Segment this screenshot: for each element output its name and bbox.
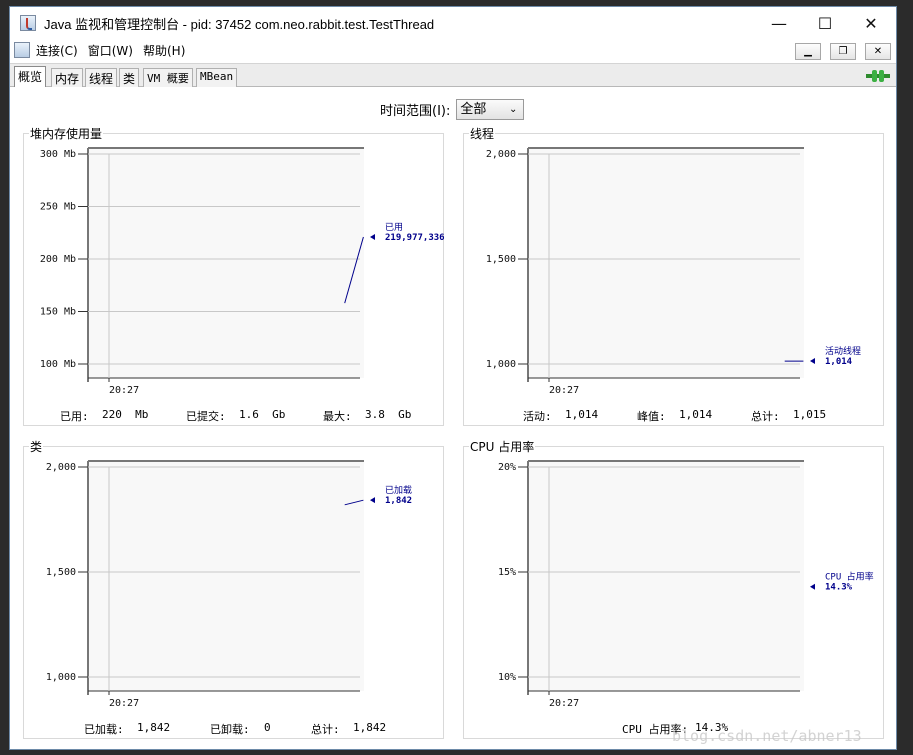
live-label: 活动: [523, 410, 552, 423]
frame-minimize-button[interactable]: ▁ [795, 43, 821, 60]
heap-memory-panel: 堆内存使用量 20:27 100 Mb 150 Mb 200 Mb 250 Mb 300 … [23, 127, 445, 426]
peak-label: 峰值: [637, 410, 666, 423]
time-range-label: 时间范围(I): [380, 104, 451, 119]
peak-value: 1,014 [679, 408, 713, 421]
x-tick-label: 20:27 [109, 698, 139, 709]
series-name-label: CPU 占用率 [825, 571, 874, 583]
y-tick-label: 1,500 [46, 567, 76, 578]
time-range-value: 全部 [460, 102, 487, 117]
total-value: 1,015 [793, 408, 827, 421]
unloaded-label: 已卸载: [210, 723, 250, 736]
y-tick-label: 10% [498, 672, 516, 683]
cpu-usage-chart: 20:27 10% 15% 20% CPU 占用率14.3% [498, 460, 874, 709]
y-tick-label: 1,000 [486, 359, 516, 370]
loaded-value: 1,842 [137, 721, 171, 734]
tab-classes[interactable]: 类 [119, 68, 140, 87]
used-value: 220 Mb [102, 408, 149, 421]
plot-area [88, 148, 364, 378]
tab-mbeans[interactable]: MBean [196, 68, 238, 87]
committed-label: 已提交: [186, 410, 226, 423]
internal-frame-icon[interactable] [14, 42, 30, 58]
minimize-button[interactable]: — [756, 7, 802, 39]
classes-panel: 类 20:27 1,000 1,500 2,000 已加载 1,842 已加载: 1,84… [23, 440, 444, 739]
frame-restore-button[interactable]: ❐ [830, 43, 856, 60]
frame-close-button[interactable]: ✕ [865, 43, 891, 60]
x-tick-label: 20:27 [549, 385, 579, 396]
x-tick-label: 20:27 [549, 698, 579, 709]
time-range-select[interactable]: 全部 ⌄ [456, 99, 525, 120]
loaded-label: 已加载: [84, 723, 124, 736]
close-icon: ✕ [873, 46, 883, 57]
menu-window[interactable]: 窗口(W) [88, 42, 133, 59]
y-tick-label: 1,500 [486, 254, 516, 265]
window-title: Java 监视和管理控制台 - pid: 37452 com.neo.rabbi… [44, 16, 435, 32]
tab-memory[interactable]: 内存 [51, 68, 84, 87]
maximize-button[interactable]: ☐ [802, 7, 848, 39]
menu-bar: 连接(C) 窗口(W) 帮助(H) [10, 39, 896, 61]
watermark-text: blog.csdn.net/abner13 [672, 727, 862, 745]
tab-vm-summary[interactable]: VM 概要 [143, 68, 193, 87]
total-label: 总计: [311, 723, 340, 736]
y-tick-label: 200 Mb [40, 254, 76, 265]
series-value-label: 14.3% [825, 583, 853, 593]
heap-stats: 已用: 220 Mb 已提交: 1.6 Gb 最大: 3.8 Gb [24, 405, 443, 425]
series-marker [370, 233, 375, 240]
series-name-label: 已加载 [385, 484, 412, 496]
cpu-usage-panel: CPU 占用率 20:27 10% 15% 20% CPU 占用率 14.3% CPU 占… [463, 440, 884, 739]
threads-panel: 线程 20:27 1,000 1,500 2,000 活动线程 1,014 活动: 1,0… [463, 127, 884, 426]
classes-chart: 20:27 1,000 1,500 2,000 已加载1,842 [46, 460, 412, 709]
series-name-label: 活动线程 [825, 345, 861, 357]
y-tick-label: 2,000 [486, 149, 516, 160]
jconsole-window: Java 监视和管理控制台 - pid: 37452 com.neo.rabbi… [9, 6, 897, 750]
menu-connection[interactable]: 连接(C) [36, 42, 78, 59]
y-tick-label: 1,000 [46, 672, 76, 683]
classes-stats: 已加载: 1,842 已卸载: 0 总计: 1,842 [24, 718, 443, 738]
series-value-label: 1,842 [385, 496, 412, 506]
restore-icon: ❐ [838, 46, 848, 57]
y-tick-label: 150 Mb [40, 307, 76, 318]
total-label: 总计: [751, 410, 780, 423]
plot-area [528, 461, 804, 691]
tab-threads[interactable]: 线程 [85, 68, 118, 87]
threads-stats: 活动: 1,014 峰值: 1,014 总计: 1,015 [464, 405, 883, 425]
chevron-down-icon: ⌄ [508, 104, 518, 115]
committed-value: 1.6 Gb [239, 408, 286, 421]
time-range-control: 时间范围(I): 全部 ⌄ [380, 99, 525, 120]
series-name-label: 已用 [385, 222, 403, 233]
y-tick-label: 100 Mb [40, 359, 76, 370]
series-marker [810, 583, 815, 590]
menu-help[interactable]: 帮助(H) [143, 42, 185, 59]
x-tick-label: 20:27 [109, 385, 139, 396]
y-tick-label: 20% [498, 462, 516, 473]
used-label: 已用: [60, 410, 89, 423]
minimize-icon: ▁ [804, 46, 812, 57]
java-cup-icon [20, 15, 36, 31]
y-tick-label: 250 Mb [40, 202, 76, 213]
series-value-label: 1,014 [825, 357, 853, 367]
close-button[interactable]: ✕ [848, 7, 894, 39]
overview-content: 时间范围(I): 全部 ⌄ 堆内存使用量 20:27 100 Mb 150 Mb 20… [10, 87, 896, 749]
heap-memory-chart: 20:27 100 Mb 150 Mb 200 Mb 250 Mb 300 Mb 已用219… [40, 147, 445, 396]
series-marker [810, 358, 815, 365]
y-tick-label: 2,000 [46, 462, 76, 473]
connected-plug-icon [866, 70, 890, 82]
series-marker [370, 497, 375, 504]
max-label: 最大: [323, 410, 352, 423]
tab-overview[interactable]: 概览 [14, 66, 47, 88]
y-tick-label: 15% [498, 567, 516, 578]
plot-area [528, 148, 804, 378]
max-value: 3.8 Gb [365, 408, 412, 421]
series-value-label: 219,977,336 [385, 233, 445, 243]
title-bar[interactable]: Java 监视和管理控制台 - pid: 37452 com.neo.rabbi… [10, 7, 896, 39]
total-value: 1,842 [353, 721, 387, 734]
plot-area [88, 461, 364, 691]
live-value: 1,014 [565, 408, 599, 421]
y-tick-label: 300 Mb [40, 149, 76, 160]
threads-chart: 20:27 1,000 1,500 2,000 活动线程1,014 [486, 147, 861, 396]
tab-bar: 概览 内存 线程 类 VM 概要 MBean [10, 63, 896, 88]
unloaded-value: 0 [264, 721, 271, 734]
